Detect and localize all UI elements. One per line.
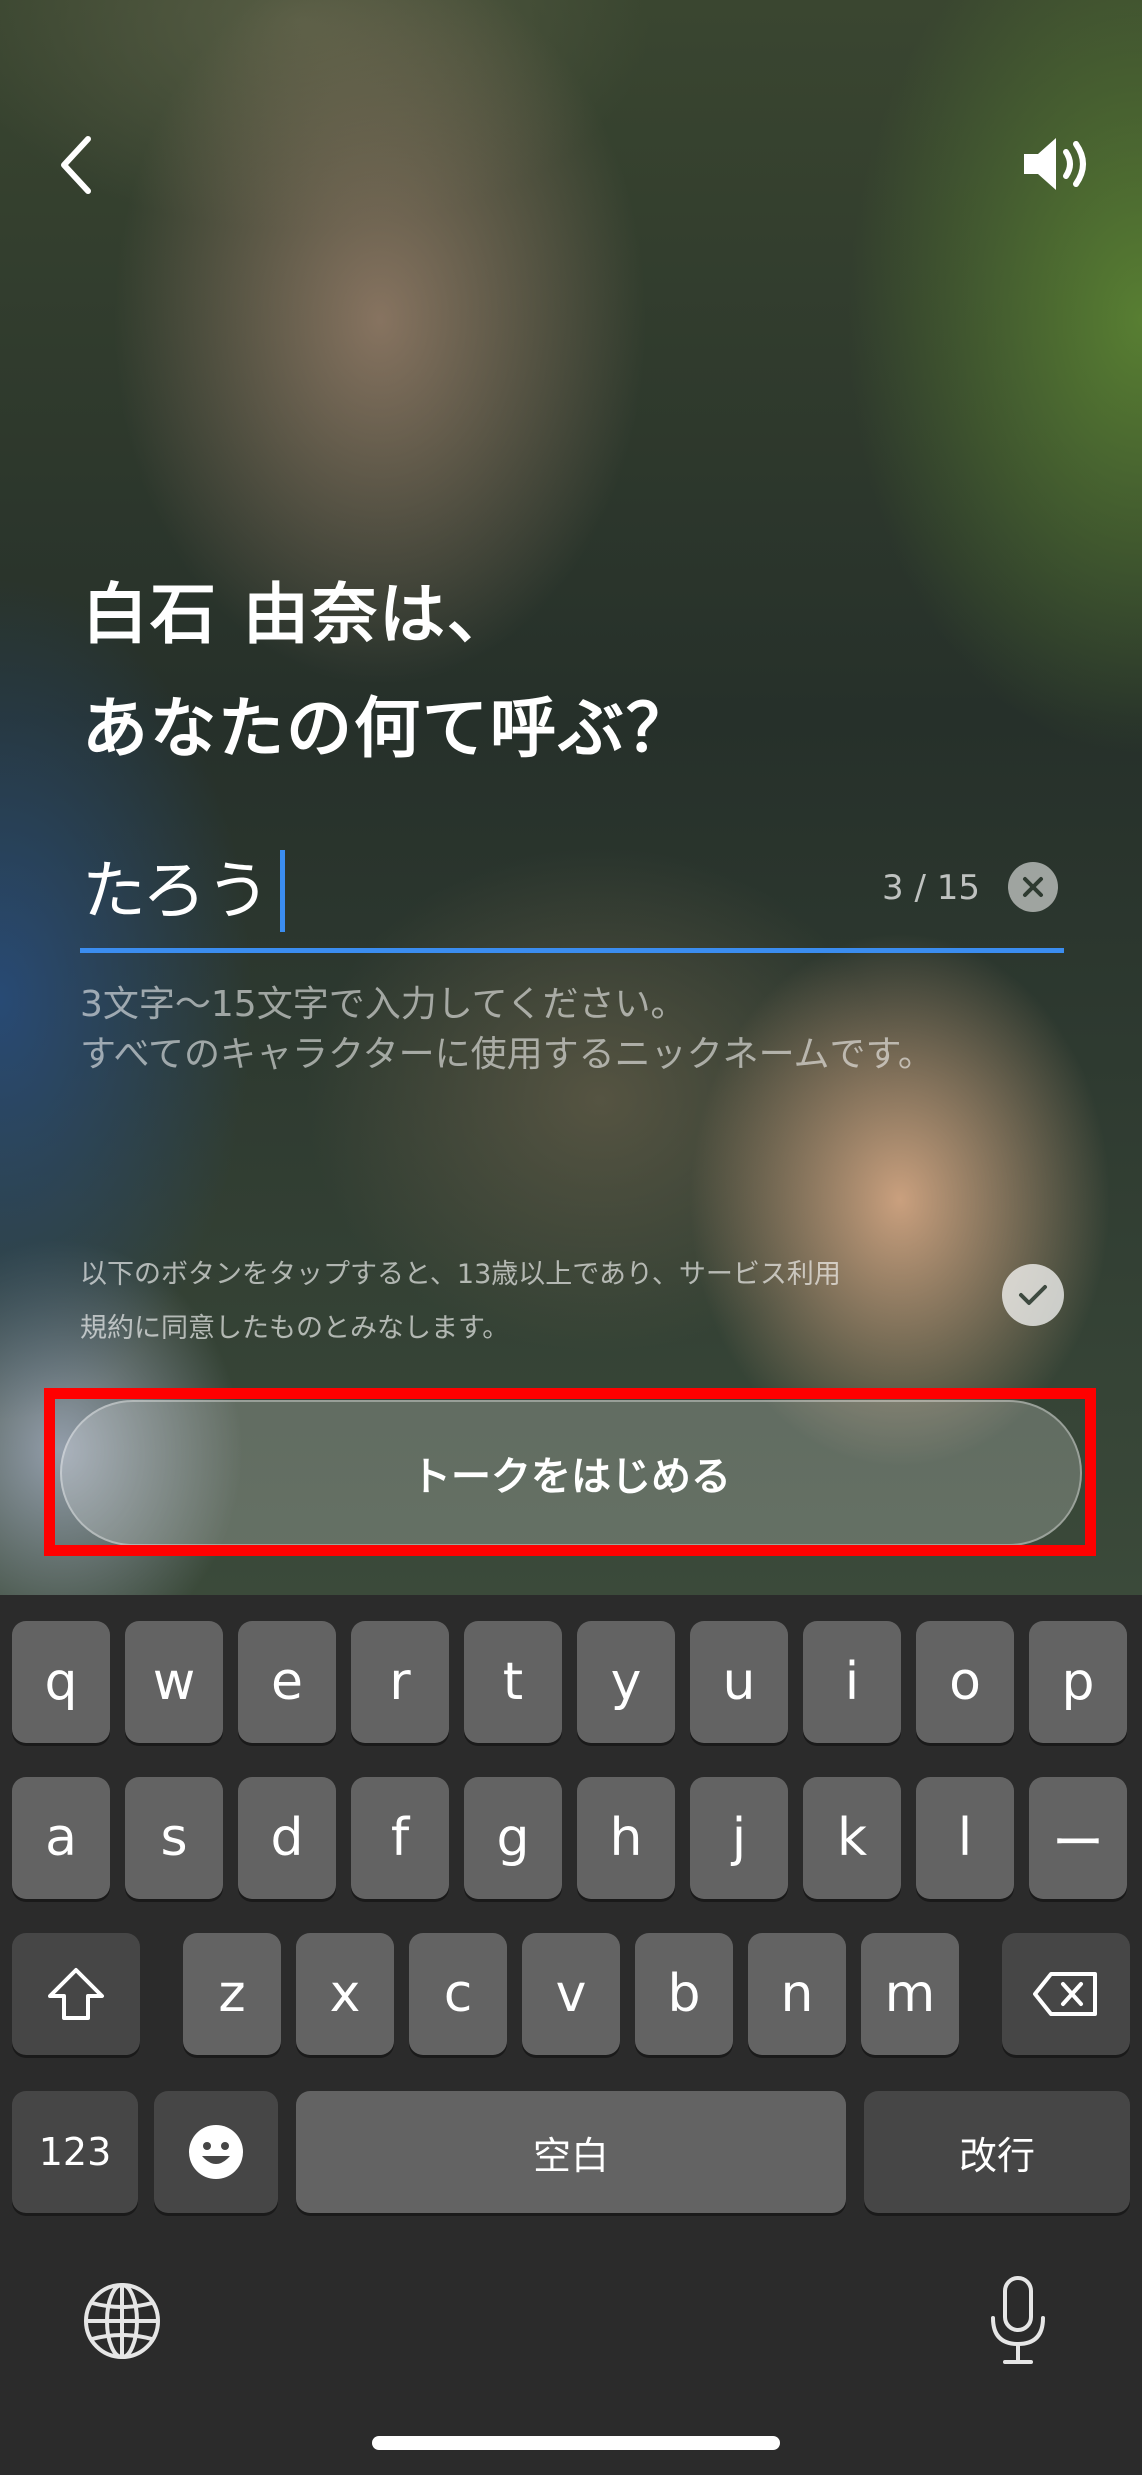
key-u[interactable]: u <box>690 1621 788 1743</box>
key-c[interactable]: c <box>409 1933 507 2055</box>
home-indicator <box>372 2436 780 2450</box>
input-helper-text: 3文字〜15文字で入力してください。 すべてのキャラクターに使用するニックネーム… <box>80 980 1080 1080</box>
key-m[interactable]: m <box>861 1933 959 2055</box>
key-label: i <box>844 1652 860 1712</box>
key-label: c <box>443 1964 473 2024</box>
emoji-icon <box>189 2125 243 2179</box>
key-y[interactable]: y <box>577 1621 675 1743</box>
character-counter: 3 / 15 <box>882 868 980 908</box>
key-label: n <box>780 1964 814 2024</box>
key-label: p <box>1061 1652 1095 1712</box>
highlight-box <box>44 1388 1096 1556</box>
nickname-input[interactable]: たろう 3 / 15 <box>80 840 1064 952</box>
key-z[interactable]: z <box>183 1933 281 2055</box>
title-line-2: あなたの何て呼ぶ？ <box>82 690 694 767</box>
terms-line-2: 規約に同意したものとみなします。 <box>80 1313 510 1344</box>
input-underline <box>80 948 1064 953</box>
sound-toggle-button[interactable] <box>1016 132 1096 196</box>
key-label: v <box>555 1964 587 2024</box>
key-label: u <box>722 1652 756 1712</box>
key-label: j <box>731 1808 747 1868</box>
clear-input-button[interactable] <box>1008 862 1058 912</box>
key-label: b <box>667 1964 701 2024</box>
key-label: y <box>610 1652 642 1712</box>
key-p[interactable]: p <box>1029 1621 1127 1743</box>
key-n[interactable]: n <box>748 1933 846 2055</box>
delete-key[interactable] <box>1002 1933 1130 2055</box>
key-label: m <box>884 1964 936 2024</box>
key-label: w <box>152 1652 196 1712</box>
space-key[interactable]: 空白 <box>296 2091 846 2213</box>
helper-line-2: すべてのキャラクターに使用するニックネームです。 <box>80 1034 934 1075</box>
key-x[interactable]: x <box>296 1933 394 2055</box>
nickname-input-value[interactable]: たろう <box>82 852 270 932</box>
helper-line-1: 3文字〜15文字で入力してください。 <box>80 984 687 1025</box>
back-button[interactable] <box>44 128 108 202</box>
terms-check[interactable] <box>1002 1264 1064 1326</box>
space-key-label: 空白 <box>532 2133 609 2178</box>
key-label: s <box>160 1808 188 1868</box>
terms-line-1: 以下のボタンをタップすると、13歳以上であり、サービス利用 <box>80 1259 841 1290</box>
key-l[interactable]: l <box>916 1777 1014 1899</box>
page-title: 白石 由奈は、 あなたの何て呼ぶ？ <box>82 558 1062 786</box>
key-label: r <box>389 1652 411 1712</box>
key-a[interactable]: a <box>12 1777 110 1899</box>
key-k[interactable]: k <box>803 1777 901 1899</box>
key-r[interactable]: r <box>351 1621 449 1743</box>
key-t[interactable]: t <box>464 1621 562 1743</box>
key-label: t <box>502 1652 524 1712</box>
key-f[interactable]: f <box>351 1777 449 1899</box>
text-caret <box>280 850 285 932</box>
key-j[interactable]: j <box>690 1777 788 1899</box>
shift-key[interactable] <box>12 1933 140 2055</box>
terms-notice: 以下のボタンをタップすると、13歳以上であり、サービス利用 規約に同意したものと… <box>80 1248 980 1356</box>
chevron-left-icon <box>61 136 91 194</box>
title-line-1: 白石 由奈は、 <box>82 576 515 653</box>
key-label: o <box>949 1652 981 1712</box>
key-h[interactable]: h <box>577 1777 675 1899</box>
microphone-icon <box>991 2276 1045 2364</box>
key-label: h <box>609 1808 643 1868</box>
key-label: f <box>390 1808 410 1868</box>
key-o[interactable]: o <box>916 1621 1014 1743</box>
key-label: a <box>45 1808 77 1868</box>
globe-button[interactable] <box>72 2271 172 2371</box>
key-label: g <box>496 1808 530 1868</box>
key-q[interactable]: q <box>12 1621 110 1743</box>
key-g[interactable]: g <box>464 1777 562 1899</box>
key-label: k <box>836 1808 868 1868</box>
key-label: q <box>44 1652 78 1712</box>
emoji-key[interactable] <box>154 2091 278 2213</box>
return-key-label: 改行 <box>958 2133 1035 2178</box>
dictation-button[interactable] <box>968 2271 1068 2371</box>
key-ー[interactable]: ー <box>1029 1777 1127 1899</box>
key-label: z <box>218 1964 246 2024</box>
key-label: ー <box>1051 1813 1104 1874</box>
key-b[interactable]: b <box>635 1933 733 2055</box>
clear-x-icon <box>1023 877 1043 897</box>
speaker-volume-icon <box>1024 138 1086 190</box>
checkmark-icon <box>1019 1285 1047 1305</box>
key-label: l <box>957 1808 973 1868</box>
key-i[interactable]: i <box>803 1621 901 1743</box>
key-e[interactable]: e <box>238 1621 336 1743</box>
key-d[interactable]: d <box>238 1777 336 1899</box>
numbers-key[interactable]: 123 <box>12 2091 138 2213</box>
globe-icon <box>84 2283 160 2359</box>
numbers-key-label: 123 <box>38 2130 112 2174</box>
return-key[interactable]: 改行 <box>864 2091 1130 2213</box>
key-w[interactable]: w <box>125 1621 223 1743</box>
key-label: e <box>271 1652 303 1712</box>
key-v[interactable]: v <box>522 1933 620 2055</box>
key-s[interactable]: s <box>125 1777 223 1899</box>
backspace-icon <box>1033 1972 1097 2016</box>
key-label: x <box>329 1964 361 2024</box>
keyboard: q w e r t y u i o p a s d f g h j k l ー z x c v b n m 123 空白 改行 <box>0 1595 1142 2475</box>
shift-icon <box>48 1968 104 2020</box>
key-label: d <box>270 1808 304 1868</box>
